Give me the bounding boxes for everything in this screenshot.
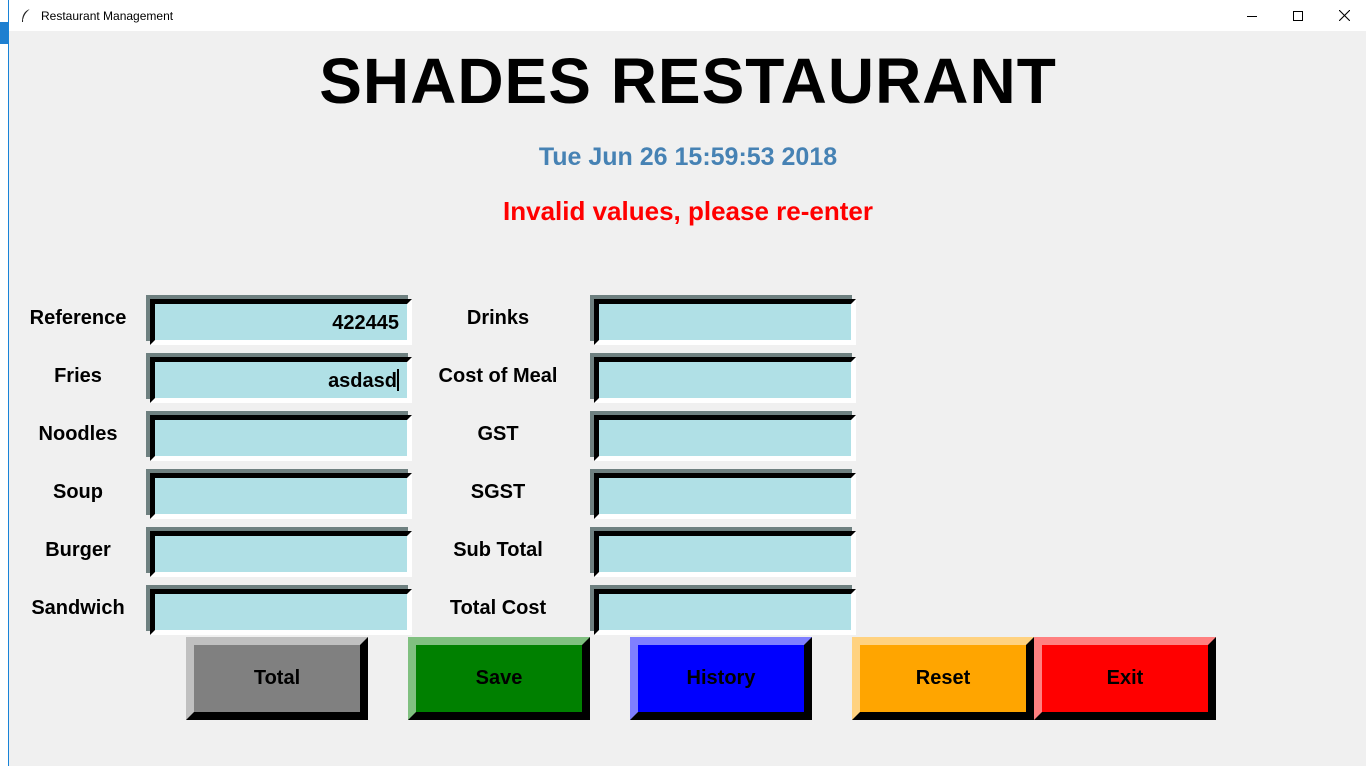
total-cost-label: Total Cost xyxy=(449,597,547,619)
total-button-label: Total xyxy=(253,667,301,689)
app-window: Restaurant Management SHADES RESTAURANT … xyxy=(8,0,1366,766)
exit-button[interactable]: Exit xyxy=(1034,637,1216,720)
error-message: Invalid values, please re-enter xyxy=(503,196,873,226)
sandwich-field[interactable] xyxy=(150,589,412,635)
reference-field[interactable]: 422445 xyxy=(150,299,412,345)
reset-button[interactable]: Reset xyxy=(852,637,1034,720)
drinks-field[interactable] xyxy=(594,299,856,345)
burger-field[interactable] xyxy=(150,531,412,577)
exit-button-label: Exit xyxy=(1106,667,1144,689)
total-cost-field[interactable] xyxy=(594,589,856,635)
sandwich-label: Sandwich xyxy=(31,597,125,619)
desktop-edge xyxy=(0,0,8,768)
reset-button-label: Reset xyxy=(915,667,971,689)
history-button-label: History xyxy=(686,667,756,689)
minimize-button[interactable] xyxy=(1229,0,1275,31)
drinks-label: Drinks xyxy=(466,307,530,329)
soup-label: Soup xyxy=(53,481,103,503)
history-button[interactable]: History xyxy=(630,637,812,720)
save-button[interactable]: Save xyxy=(408,637,590,720)
cost-of-meal-field[interactable] xyxy=(594,357,856,403)
datetime-label: Tue Jun 26 15:59:53 2018 xyxy=(538,143,838,171)
text-cursor xyxy=(397,369,399,391)
noodles-field[interactable] xyxy=(150,415,412,461)
sub-total-field[interactable] xyxy=(594,531,856,577)
save-button-label: Save xyxy=(475,667,523,689)
sgst-label: SGST xyxy=(470,481,526,503)
maximize-icon xyxy=(1293,10,1303,21)
window-controls xyxy=(1229,0,1366,31)
fries-label: Fries xyxy=(54,365,102,387)
gst-label: GST xyxy=(477,423,519,445)
restaurant-title: SHADES RESTAURANT xyxy=(319,45,1057,117)
burger-label: Burger xyxy=(45,539,111,561)
total-button[interactable]: Total xyxy=(186,637,368,720)
minimize-icon xyxy=(1247,15,1257,17)
fries-value: asdasd xyxy=(328,370,397,392)
noodles-label: Noodles xyxy=(38,423,118,445)
feather-icon xyxy=(19,8,33,24)
gst-field[interactable] xyxy=(594,415,856,461)
window-title: Restaurant Management xyxy=(41,8,174,23)
maximize-button[interactable] xyxy=(1275,0,1321,31)
soup-field[interactable] xyxy=(150,473,412,519)
sub-total-label: Sub Total xyxy=(453,539,543,561)
fries-field[interactable]: asdasd xyxy=(150,357,412,403)
close-button[interactable] xyxy=(1321,0,1366,31)
cost-of-meal-label: Cost of Meal xyxy=(438,365,558,387)
reference-value: 422445 xyxy=(332,312,399,334)
reference-label: Reference xyxy=(29,307,127,329)
close-icon xyxy=(1338,10,1350,21)
title-bar[interactable]: Restaurant Management xyxy=(9,0,1366,31)
sgst-field[interactable] xyxy=(594,473,856,519)
